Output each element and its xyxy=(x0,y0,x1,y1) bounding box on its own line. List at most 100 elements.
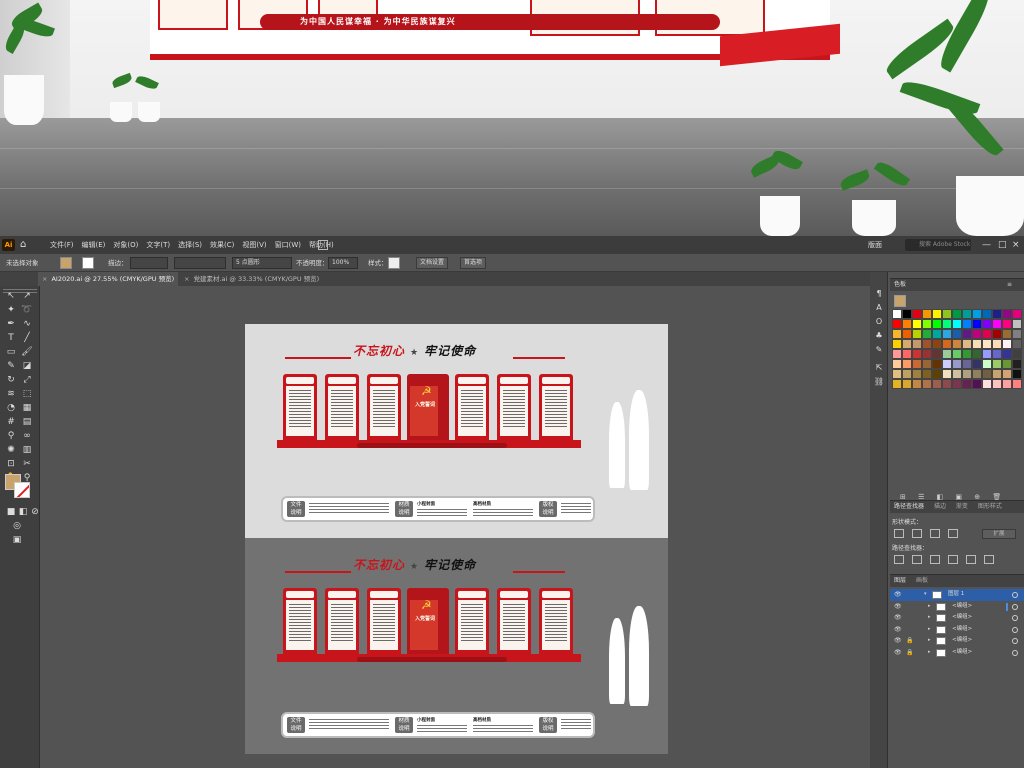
color-swatch[interactable] xyxy=(902,319,912,329)
color-swatch[interactable] xyxy=(982,349,992,359)
artboard-tool-icon[interactable]: ⊡ xyxy=(4,458,18,470)
layer-row[interactable]: 👁 ▾ 图层 1 xyxy=(890,589,1024,601)
color-swatch[interactable] xyxy=(982,379,992,389)
panel-menu-icon[interactable]: ≡ xyxy=(1007,279,1012,291)
magic-wand-tool-icon[interactable]: ✦ xyxy=(4,304,18,316)
arrange-documents-icon[interactable] xyxy=(318,240,328,250)
color-swatch[interactable] xyxy=(952,319,962,329)
layer-row[interactable]: 👁 ▸ <编组> xyxy=(890,612,1024,624)
gradient-tool-icon[interactable]: ▤ xyxy=(20,416,34,428)
color-swatch[interactable] xyxy=(962,339,972,349)
menu-file[interactable]: 文件(F) xyxy=(46,236,78,254)
color-swatch[interactable] xyxy=(942,349,952,359)
visibility-eye-icon[interactable]: 👁 xyxy=(894,589,902,601)
color-swatch[interactable] xyxy=(982,359,992,369)
color-swatch[interactable] xyxy=(922,309,932,319)
free-transform-tool-icon[interactable]: ⬚ xyxy=(20,388,34,400)
character-panel-icon[interactable]: A xyxy=(873,302,885,314)
color-swatch[interactable] xyxy=(972,309,982,319)
color-swatch[interactable] xyxy=(922,339,932,349)
color-swatch[interactable] xyxy=(942,309,952,319)
target-circle-icon[interactable] xyxy=(1012,638,1018,644)
perspective-grid-tool-icon[interactable]: ▦ xyxy=(20,402,34,414)
lock-icon[interactable]: 🔒 xyxy=(906,635,914,647)
brush-definition[interactable]: 5 点圆形 xyxy=(232,257,292,269)
layer-row[interactable]: 👁 🔒 ▸ <编组> xyxy=(890,635,1024,647)
color-swatch[interactable] xyxy=(932,329,942,339)
color-swatch[interactable] xyxy=(922,369,932,379)
color-swatch[interactable] xyxy=(972,339,982,349)
color-swatch[interactable] xyxy=(972,329,982,339)
visibility-eye-icon[interactable]: 👁 xyxy=(894,601,902,613)
target-circle-icon[interactable] xyxy=(1012,649,1018,656)
menu-object[interactable]: 对象(O) xyxy=(109,236,142,254)
color-swatch[interactable] xyxy=(902,349,912,359)
layer-name[interactable]: <编组> xyxy=(952,647,972,659)
adobe-stock-search-input[interactable]: 搜索 Adobe Stock xyxy=(905,239,971,251)
layer-name[interactable]: <编组> xyxy=(952,635,972,647)
expand-triangle-icon[interactable]: ▸ xyxy=(928,635,931,647)
color-swatch[interactable] xyxy=(912,349,922,359)
color-swatch[interactable] xyxy=(952,379,962,389)
pathfinder-buttons[interactable] xyxy=(894,555,994,564)
color-swatch[interactable] xyxy=(902,359,912,369)
color-swatch[interactable] xyxy=(912,369,922,379)
target-circle-icon[interactable] xyxy=(1012,592,1018,598)
variable-width-profile[interactable] xyxy=(174,257,226,269)
color-swatch[interactable] xyxy=(992,309,1002,319)
color-swatch[interactable] xyxy=(942,319,952,329)
layer-name[interactable]: 图层 1 xyxy=(948,589,964,601)
visibility-eye-icon[interactable]: 👁 xyxy=(894,624,902,636)
menu-view[interactable]: 视图(V) xyxy=(238,236,270,254)
color-swatch[interactable] xyxy=(912,359,922,369)
brushes-panel-icon[interactable]: ✎ xyxy=(873,344,885,356)
color-swatch[interactable] xyxy=(1002,339,1012,349)
color-swatch[interactable] xyxy=(952,369,962,379)
color-swatch[interactable] xyxy=(922,319,932,329)
color-swatch[interactable] xyxy=(902,339,912,349)
color-swatch[interactable] xyxy=(972,359,982,369)
target-circle-icon[interactable] xyxy=(1012,626,1018,633)
shape-builder-tool-icon[interactable]: ◔ xyxy=(4,402,18,414)
line-tool-icon[interactable]: ╱ xyxy=(20,332,34,344)
current-fill-swatch[interactable] xyxy=(894,295,906,307)
color-swatch[interactable] xyxy=(892,379,902,389)
column-graph-tool-icon[interactable]: ▥ xyxy=(20,444,34,456)
stroke-color-swatch[interactable] xyxy=(82,257,94,269)
color-swatch[interactable] xyxy=(962,369,972,379)
tab-ai2020[interactable]: × AI2020.ai @ 27.55% (CMYK/GPU 预览) xyxy=(38,272,178,286)
paintbrush-tool-icon[interactable]: 🖌 xyxy=(20,346,34,358)
color-swatch[interactable] xyxy=(962,379,972,389)
color-swatch[interactable] xyxy=(892,349,902,359)
color-swatch[interactable] xyxy=(982,309,992,319)
tab-gradient[interactable]: 渐变 xyxy=(956,503,968,510)
color-swatch[interactable] xyxy=(932,349,942,359)
tab-close-icon[interactable]: × xyxy=(184,275,189,283)
color-swatch[interactable] xyxy=(932,369,942,379)
menu-select[interactable]: 选择(S) xyxy=(174,236,206,254)
mesh-tool-icon[interactable]: # xyxy=(4,416,18,428)
minimize-button[interactable]: — xyxy=(982,239,991,251)
color-swatch[interactable] xyxy=(942,359,952,369)
menu-effect[interactable]: 效果(C) xyxy=(206,236,238,254)
layer-row[interactable]: 👁 ▸ <编组> xyxy=(890,601,1024,613)
color-swatch[interactable] xyxy=(952,309,962,319)
pen-tool-icon[interactable]: ✒ xyxy=(4,318,18,330)
color-swatch[interactable] xyxy=(1012,349,1022,359)
document-setup-button[interactable]: 文档设置 xyxy=(416,257,449,269)
layer-name[interactable]: <编组> xyxy=(952,601,972,613)
expand-triangle-icon[interactable]: ▸ xyxy=(928,647,931,659)
layer-name[interactable]: <编组> xyxy=(952,624,972,636)
scale-tool-icon[interactable]: ⤢ xyxy=(20,374,34,386)
opacity-field[interactable]: 100% xyxy=(328,257,358,269)
layer-row[interactable]: 👁 ▸ <编组> xyxy=(890,624,1024,636)
color-swatch[interactable] xyxy=(992,319,1002,329)
color-swatch[interactable] xyxy=(942,379,952,389)
color-swatch[interactable] xyxy=(1012,379,1022,389)
color-swatch[interactable] xyxy=(892,369,902,379)
expand-triangle-icon[interactable]: ▸ xyxy=(928,624,931,636)
color-swatch[interactable] xyxy=(902,379,912,389)
color-swatch[interactable] xyxy=(962,329,972,339)
lock-icon[interactable]: 🔒 xyxy=(906,647,914,659)
color-swatch[interactable] xyxy=(992,359,1002,369)
